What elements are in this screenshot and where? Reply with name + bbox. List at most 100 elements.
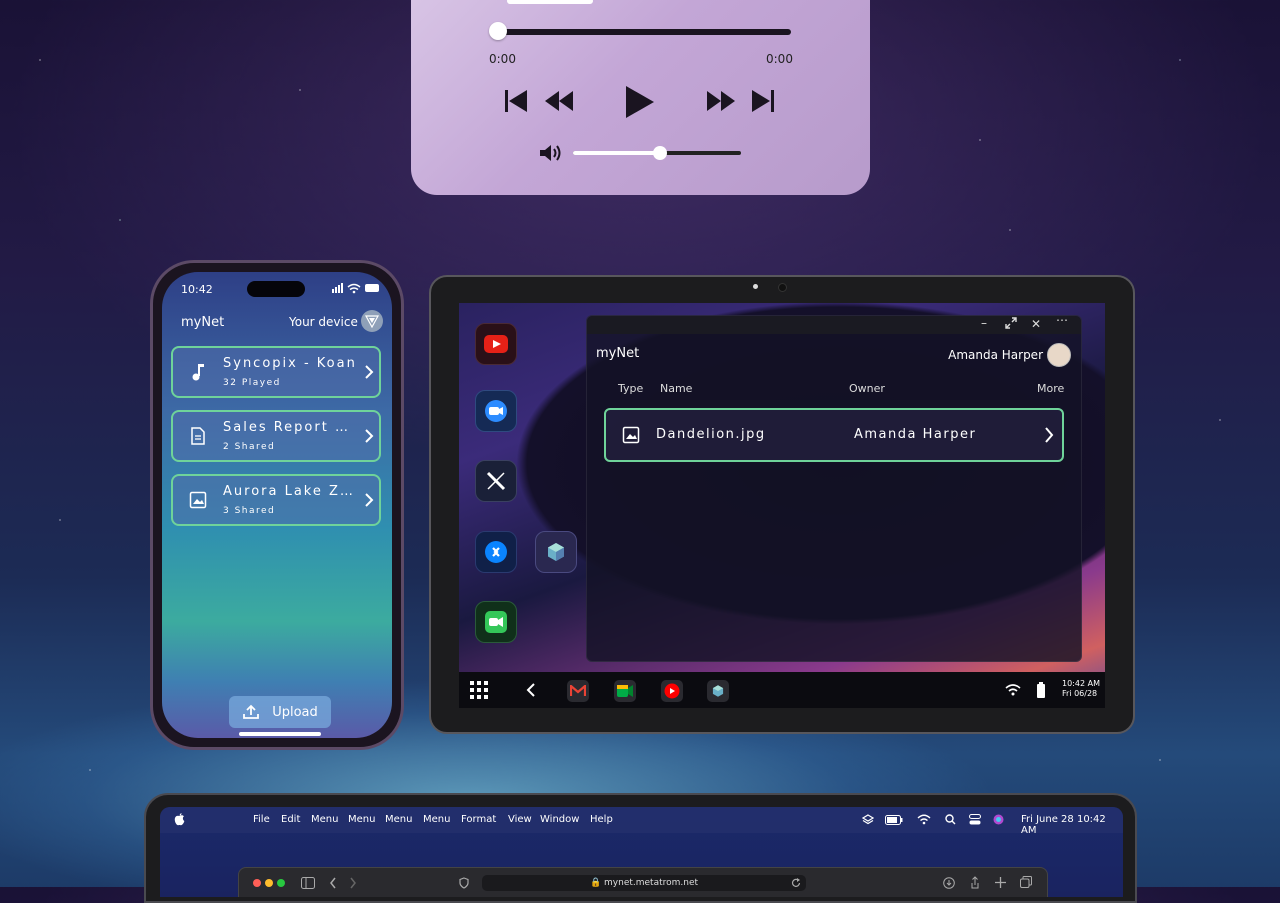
upload-button[interactable]: Upload <box>229 696 331 728</box>
menu-edit[interactable]: Edit <box>281 814 300 825</box>
image-icon <box>189 491 207 509</box>
taskbar-date: Fri 06/28 <box>1062 689 1098 698</box>
column-header-owner[interactable]: Owner <box>849 382 885 395</box>
play-icon[interactable] <box>624 84 656 120</box>
tablet-device: – ✕ ⋯ myNet Amanda Harper Type Name Owne… <box>429 275 1135 734</box>
list-item[interactable]: Aurora Lake Zuri... 3 Shared <box>171 474 381 526</box>
facetime-icon[interactable] <box>475 601 517 643</box>
column-header-type[interactable]: Type <box>618 382 643 395</box>
status-time: 10:42 <box>181 283 213 296</box>
download-icon[interactable] <box>943 877 955 889</box>
back-icon[interactable] <box>525 682 537 698</box>
app-grid-icon[interactable] <box>470 681 488 699</box>
item-subtitle: 2 Shared <box>223 442 276 452</box>
menu-view[interactable]: View <box>508 814 532 825</box>
new-tab-icon[interactable] <box>995 877 1006 888</box>
control-center-icon[interactable] <box>969 814 981 825</box>
skip-next-icon[interactable] <box>750 88 776 114</box>
column-header-name[interactable]: Name <box>660 382 692 395</box>
skip-previous-icon[interactable] <box>503 88 529 114</box>
more-options-icon[interactable]: ⋯ <box>1056 313 1068 327</box>
device-avatar[interactable] <box>361 310 383 332</box>
menu-format[interactable]: Format <box>461 814 496 825</box>
maximize-icon[interactable] <box>1005 317 1017 332</box>
window-app-title: myNet <box>596 346 640 361</box>
taskbar-clock[interactable]: 10:42 AM Fri 06/28 <box>1062 679 1100 699</box>
menu-item[interactable]: Menu <box>385 814 412 825</box>
minimize-window-button[interactable] <box>265 879 273 887</box>
laptop-screen: File Edit Menu Menu Menu Menu Format Vie… <box>160 807 1123 897</box>
wifi-icon[interactable] <box>1005 684 1021 696</box>
meet-icon[interactable] <box>614 680 636 702</box>
x-icon[interactable] <box>475 460 517 502</box>
youtube-icon[interactable] <box>475 323 517 365</box>
battery-icon[interactable] <box>1037 682 1045 698</box>
zoom-window-button[interactable] <box>277 879 285 887</box>
cube-app-icon[interactable] <box>535 531 577 573</box>
file-owner: Amanda Harper <box>854 427 977 442</box>
elapsed-time: 0:00 <box>489 52 516 66</box>
upload-icon <box>243 704 260 719</box>
tab-overview-icon[interactable] <box>1020 876 1032 888</box>
user-avatar[interactable] <box>1047 343 1071 367</box>
home-indicator[interactable] <box>239 732 321 736</box>
player-handle <box>507 0 593 4</box>
list-item[interactable]: Syncopix - Koan 32 Played <box>171 346 381 398</box>
close-icon[interactable]: ✕ <box>1031 317 1041 331</box>
siri-icon[interactable] <box>993 814 1004 825</box>
list-item[interactable]: Sales Report Q3... 2 Shared <box>171 410 381 462</box>
menu-item[interactable]: Menu <box>348 814 375 825</box>
table-row[interactable]: Dandelion.jpg Amanda Harper <box>604 408 1064 462</box>
zoom-icon[interactable] <box>475 390 517 432</box>
status-icons <box>332 282 382 297</box>
youtube-music-icon[interactable] <box>661 680 683 702</box>
chevron-right-icon <box>365 493 374 507</box>
menu-item[interactable]: Menu <box>311 814 338 825</box>
progress-track[interactable] <box>498 29 791 35</box>
item-title: Syncopix - Koan <box>223 356 357 371</box>
image-icon <box>622 426 640 444</box>
upload-label: Upload <box>272 704 318 720</box>
shazam-icon[interactable] <box>475 531 517 573</box>
menu-file[interactable]: File <box>253 814 270 825</box>
menu-item[interactable]: Menu <box>423 814 450 825</box>
share-icon[interactable] <box>969 876 981 889</box>
fast-forward-icon[interactable] <box>705 88 737 114</box>
item-title: Sales Report Q3... <box>223 420 358 435</box>
volume-knob[interactable] <box>653 146 668 160</box>
battery-icon[interactable] <box>885 815 903 825</box>
volume-icon[interactable] <box>539 143 563 167</box>
progress-knob[interactable] <box>489 22 507 40</box>
menubar-datetime[interactable]: Fri June 28 10:42 AM <box>1021 814 1123 836</box>
apple-icon[interactable] <box>174 813 185 826</box>
menu-help[interactable]: Help <box>590 814 613 825</box>
mynet-window: – ✕ ⋯ myNet Amanda Harper Type Name Owne… <box>586 313 1082 662</box>
forward-icon[interactable] <box>349 877 357 889</box>
dynamic-island <box>247 281 305 297</box>
wifi-icon[interactable] <box>917 814 931 825</box>
tablet-screen: – ✕ ⋯ myNet Amanda Harper Type Name Owne… <box>459 303 1105 708</box>
column-header-more[interactable]: More <box>1037 382 1064 395</box>
music-player-card: 0:00 0:00 <box>411 0 870 195</box>
mac-menubar: File Edit Menu Menu Menu Menu Format Vie… <box>160 807 1123 836</box>
address-bar[interactable]: 🔒 mynet.metatrom.net <box>482 875 806 891</box>
chevron-right-icon[interactable] <box>1043 426 1055 444</box>
back-icon[interactable] <box>329 877 337 889</box>
total-time: 0:00 <box>766 52 793 66</box>
close-window-button[interactable] <box>253 879 261 887</box>
minimize-icon[interactable]: – <box>981 316 987 330</box>
privacy-shield-icon[interactable] <box>459 877 469 889</box>
menu-window[interactable]: Window <box>540 814 579 825</box>
gmail-icon[interactable] <box>567 680 589 702</box>
android-taskbar: 10:42 AM Fri 06/28 <box>459 672 1105 708</box>
app-title: myNet <box>181 315 225 330</box>
sidebar-icon[interactable] <box>301 877 315 889</box>
device-label: Your device <box>289 315 358 329</box>
search-icon[interactable] <box>945 814 956 825</box>
file-name: Dandelion.jpg <box>656 427 766 442</box>
tablet-sensor <box>753 284 758 289</box>
layers-icon[interactable] <box>862 814 874 826</box>
rewind-icon[interactable] <box>543 88 575 114</box>
cube-app-icon[interactable] <box>707 680 729 702</box>
phone-screen: 10:42 myNet Your device Syncopix - Koan … <box>162 272 392 738</box>
